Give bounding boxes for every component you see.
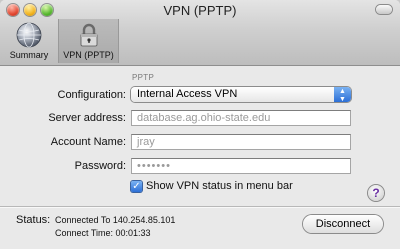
globe-icon	[16, 22, 42, 48]
toolbar-item-vpn-label: VPN (PPTP)	[63, 50, 114, 60]
configuration-label: Configuration:	[57, 89, 127, 101]
popup-arrows-icon: ▲ ▼	[334, 87, 351, 103]
password-field[interactable]: •••••••	[131, 158, 351, 174]
vpn-window: VPN (PPTP) Summary VPN (PPTP) PPTP Confi…	[0, 0, 400, 249]
status-connect-time: Connect Time: 00:01:33	[55, 228, 151, 238]
toolbar-toggle-button[interactable]	[376, 5, 392, 14]
password-label: Password:	[74, 160, 126, 172]
section-header: PPTP	[132, 73, 155, 82]
configuration-value: Internal Access VPN	[137, 88, 238, 100]
help-button[interactable]: ?	[368, 185, 384, 201]
show-status-label: Show VPN status in menu bar	[146, 180, 293, 192]
window-title: VPN (PPTP)	[163, 3, 237, 18]
divider	[0, 206, 400, 207]
lock-icon	[80, 23, 97, 47]
account-name-label: Account Name:	[50, 136, 126, 148]
status-label: Status:	[16, 214, 51, 226]
account-name-field[interactable]: jray	[131, 134, 351, 150]
server-address-field[interactable]: database.ag.ohio-state.edu	[131, 110, 351, 126]
configuration-popup[interactable]: Internal Access VPN ▲ ▼	[131, 87, 351, 103]
toolbar-item-vpn-pptp[interactable]: VPN (PPTP)	[58, 19, 119, 63]
status-connected: Connected To 140.254.85.101	[55, 215, 176, 225]
server-address-label: Server address:	[48, 112, 126, 124]
window-toolbar: VPN (PPTP) Summary VPN (PPTP)	[0, 0, 400, 66]
show-status-checkbox[interactable]: ✓	[131, 180, 142, 192]
toolbar-item-summary-label: Summary	[9, 50, 49, 60]
disconnect-button[interactable]: Disconnect	[303, 215, 383, 233]
toolbar-item-summary[interactable]: Summary	[1, 19, 57, 63]
show-status-option[interactable]: ✓ Show VPN status in menu bar	[131, 180, 293, 192]
